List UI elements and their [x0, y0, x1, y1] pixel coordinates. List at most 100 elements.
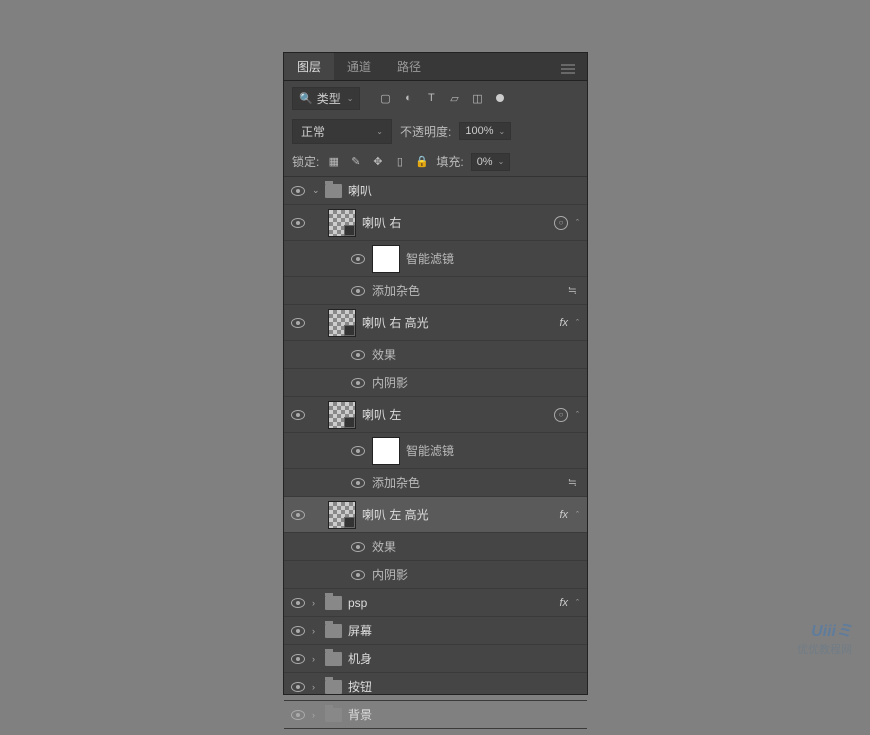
folder-icon	[325, 708, 342, 722]
eye-icon	[351, 542, 365, 552]
fill-label: 填充:	[436, 153, 463, 170]
visibility-toggle[interactable]	[284, 410, 312, 420]
layer-name: 机身	[348, 650, 579, 667]
tab-channels[interactable]: 通道	[334, 53, 384, 80]
layer-thumbnail[interactable]	[328, 401, 356, 429]
layer-effect-item[interactable]: 内阴影	[284, 369, 587, 397]
filter-adjust-icon[interactable]: ◐	[401, 91, 415, 105]
layer-thumbnail[interactable]	[328, 209, 356, 237]
visibility-toggle[interactable]	[344, 542, 372, 552]
eye-icon	[351, 254, 365, 264]
visibility-toggle[interactable]	[284, 318, 312, 328]
visibility-toggle[interactable]	[344, 350, 372, 360]
collapse-icon[interactable]: ˆ	[576, 510, 579, 520]
fx-badge[interactable]: fx	[559, 597, 568, 609]
filter-type-select[interactable]: 🔍 类型 ⌄	[292, 87, 360, 110]
layer-name: 喇叭 左 高光	[362, 506, 559, 523]
collapse-icon[interactable]: ˆ	[576, 218, 579, 228]
visibility-toggle[interactable]	[284, 218, 312, 228]
expand-icon[interactable]: ›	[312, 626, 322, 636]
visibility-toggle[interactable]	[344, 478, 372, 488]
blend-options-icon[interactable]: ≒	[568, 284, 577, 297]
watermark-text: 优优教程网	[797, 641, 852, 657]
eye-icon	[351, 286, 365, 296]
layer-filter-item[interactable]: 添加杂色 ≒	[284, 469, 587, 497]
visibility-toggle[interactable]	[344, 570, 372, 580]
filter-pixel-icon[interactable]: ▢	[378, 91, 392, 105]
filter-type-icon[interactable]: T	[424, 91, 438, 105]
layer-group[interactable]: › 屏幕	[284, 617, 587, 645]
panel-menu-icon[interactable]	[549, 53, 587, 80]
filter-mask-thumbnail[interactable]	[372, 437, 400, 465]
layer-name: 按钮	[348, 678, 579, 695]
layer-name: 内阴影	[372, 374, 579, 391]
lock-position-icon[interactable]: ✥	[370, 154, 385, 169]
visibility-toggle[interactable]	[284, 186, 312, 196]
lock-icons: ▦ ✎ ✥ ▯ 🔒	[326, 154, 429, 169]
blend-mode-select[interactable]: 正常 ⌄	[292, 119, 392, 144]
folder-icon	[325, 624, 342, 638]
visibility-toggle[interactable]	[284, 710, 312, 720]
layer-filter-item[interactable]: 添加杂色 ≒	[284, 277, 587, 305]
collapse-icon[interactable]: ˆ	[576, 318, 579, 328]
visibility-toggle[interactable]	[284, 654, 312, 664]
eye-icon	[291, 626, 305, 636]
lock-transparency-icon[interactable]: ▦	[326, 154, 341, 169]
blend-row: 正常 ⌄ 不透明度: 100% ⌄	[284, 115, 587, 147]
layer-row[interactable]: 喇叭 左 ○ ˆ	[284, 397, 587, 433]
folder-icon	[325, 184, 342, 198]
layer-group[interactable]: ⌄ 喇叭	[284, 177, 587, 205]
layer-smart-filters[interactable]: 智能滤镜	[284, 241, 587, 277]
layer-name: 内阴影	[372, 566, 579, 583]
lock-pixels-icon[interactable]: ✎	[348, 154, 363, 169]
lock-artboard-icon[interactable]: ▯	[392, 154, 407, 169]
opacity-input[interactable]: 100% ⌄	[459, 122, 511, 140]
layer-row[interactable]: 喇叭 右 高光 fx ˆ	[284, 305, 587, 341]
smart-filter-icon[interactable]: ○	[554, 216, 568, 230]
layer-thumbnail[interactable]	[328, 309, 356, 337]
smart-filter-icon[interactable]: ○	[554, 408, 568, 422]
visibility-toggle[interactable]	[284, 510, 312, 520]
blend-options-icon[interactable]: ≒	[568, 476, 577, 489]
expand-icon[interactable]: ›	[312, 654, 322, 664]
fx-badge[interactable]: fx	[559, 509, 568, 521]
visibility-toggle[interactable]	[344, 286, 372, 296]
visibility-toggle[interactable]	[284, 598, 312, 608]
expand-icon[interactable]: ›	[312, 682, 322, 692]
expand-icon[interactable]: ›	[312, 598, 322, 608]
filter-smart-icon[interactable]: ◫	[470, 91, 484, 105]
collapse-icon[interactable]: ˆ	[576, 598, 579, 608]
layer-group[interactable]: › 按钮	[284, 673, 587, 701]
chevron-down-icon: ⌄	[498, 157, 505, 166]
layer-thumbnail[interactable]	[328, 501, 356, 529]
lock-all-icon[interactable]: 🔒	[414, 154, 429, 169]
layer-group[interactable]: › 背景	[284, 701, 587, 729]
tab-layers[interactable]: 图层	[284, 53, 334, 80]
eye-icon	[291, 218, 305, 228]
layer-effects[interactable]: 效果	[284, 533, 587, 561]
collapse-icon[interactable]: ˆ	[576, 410, 579, 420]
eye-icon	[291, 682, 305, 692]
fill-input[interactable]: 0% ⌄	[471, 153, 511, 171]
visibility-toggle[interactable]	[284, 626, 312, 636]
layer-name: 背景	[348, 706, 579, 723]
visibility-toggle[interactable]	[284, 682, 312, 692]
fx-badge[interactable]: fx	[559, 317, 568, 329]
layer-row[interactable]: 喇叭 左 高光 fx ˆ	[284, 497, 587, 533]
filter-toggle-icon[interactable]	[493, 91, 507, 105]
visibility-toggle[interactable]	[344, 446, 372, 456]
expand-icon[interactable]: ›	[312, 710, 322, 720]
layer-effects[interactable]: 效果	[284, 341, 587, 369]
tab-paths[interactable]: 路径	[384, 53, 434, 80]
visibility-toggle[interactable]	[344, 254, 372, 264]
eye-icon	[291, 598, 305, 608]
layer-smart-filters[interactable]: 智能滤镜	[284, 433, 587, 469]
layer-group[interactable]: › psp fx ˆ	[284, 589, 587, 617]
layer-group[interactable]: › 机身	[284, 645, 587, 673]
filter-shape-icon[interactable]: ▱	[447, 91, 461, 105]
layer-row[interactable]: 喇叭 右 ○ ˆ	[284, 205, 587, 241]
visibility-toggle[interactable]	[344, 378, 372, 388]
expand-icon[interactable]: ⌄	[312, 185, 322, 196]
filter-mask-thumbnail[interactable]	[372, 245, 400, 273]
layer-effect-item[interactable]: 内阴影	[284, 561, 587, 589]
